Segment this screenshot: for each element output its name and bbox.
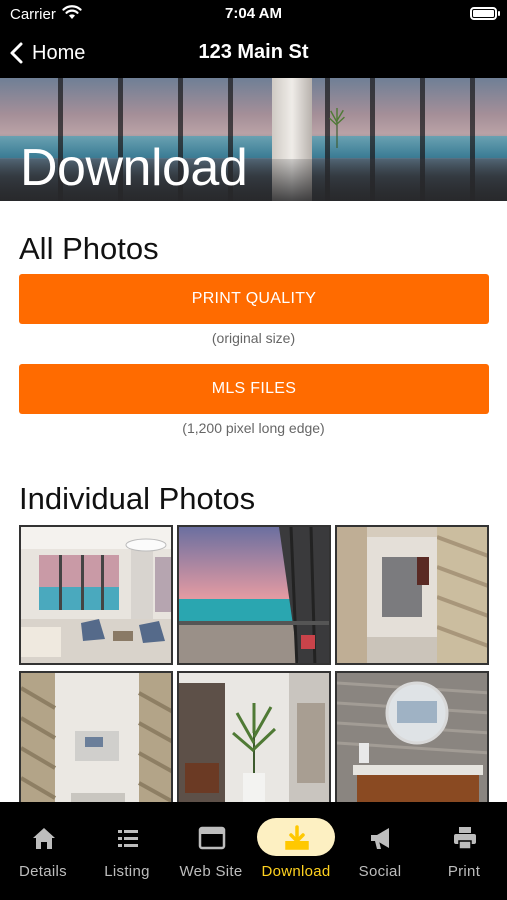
tab-download-label: Download: [261, 863, 331, 880]
individual-photos-heading: Individual Photos: [19, 481, 256, 516]
tab-details[interactable]: Details: [1, 812, 85, 892]
hallway-photo: [337, 527, 487, 663]
photo-thumbnail[interactable]: [177, 671, 331, 802]
all-photos-heading: All Photos: [19, 231, 159, 266]
megaphone-icon: [371, 828, 389, 849]
tab-listing-label: Listing: [104, 863, 150, 880]
download-icon: [285, 825, 309, 850]
back-button[interactable]: Home: [8, 38, 85, 68]
battery-level: [473, 10, 494, 17]
list-icon: [118, 830, 138, 847]
mls-files-caption: (1,200 pixel long edge): [182, 420, 325, 436]
photo-thumbnail[interactable]: [19, 525, 173, 665]
plant-icon: [329, 108, 345, 148]
photo-thumbnail[interactable]: [335, 525, 489, 665]
tab-web-site-label: Web Site: [179, 863, 243, 880]
living-room-photo: [21, 527, 171, 663]
tab-print[interactable]: Print: [422, 812, 506, 892]
status-bar: Carrier 7:04 AM: [0, 0, 507, 30]
hero-banner: Download: [0, 78, 507, 201]
print-quality-button[interactable]: PRINT QUALITY: [19, 274, 489, 324]
photo-thumbnail[interactable]: [335, 671, 489, 802]
tab-bar: Details Listing Web Site Download Social: [0, 802, 507, 900]
chevron-left-icon: [10, 42, 23, 64]
mls-files-button[interactable]: MLS FILES: [19, 364, 489, 414]
bathroom-entry-photo: [21, 673, 171, 802]
battery-icon: [470, 7, 500, 20]
back-label: Home: [32, 41, 86, 64]
clock: 7:04 AM: [225, 5, 282, 22]
download-content: All Photos PRINT QUALITY (original size)…: [0, 201, 507, 802]
vanity-mirror-photo: [337, 673, 487, 802]
tab-details-label: Details: [19, 863, 67, 880]
browser-window-icon: [198, 826, 226, 850]
tab-listing[interactable]: Listing: [85, 812, 169, 892]
balcony-ocean-photo: [179, 527, 329, 663]
tab-social-label: Social: [358, 863, 402, 880]
photo-thumbnail[interactable]: [177, 525, 331, 665]
printer-icon: [454, 827, 476, 850]
navigation-bar: Home 123 Main St: [0, 30, 507, 78]
print-quality-caption: (original size): [211, 330, 296, 346]
bathroom-plant-photo: [179, 673, 329, 802]
tab-print-label: Print: [447, 863, 481, 880]
home-icon: [33, 828, 55, 849]
tab-download[interactable]: Download: [254, 812, 338, 892]
tab-social[interactable]: Social: [338, 812, 422, 892]
hero-title: Download: [20, 139, 248, 197]
photo-thumbnail[interactable]: [19, 671, 173, 802]
tab-web-site[interactable]: Web Site: [169, 812, 253, 892]
